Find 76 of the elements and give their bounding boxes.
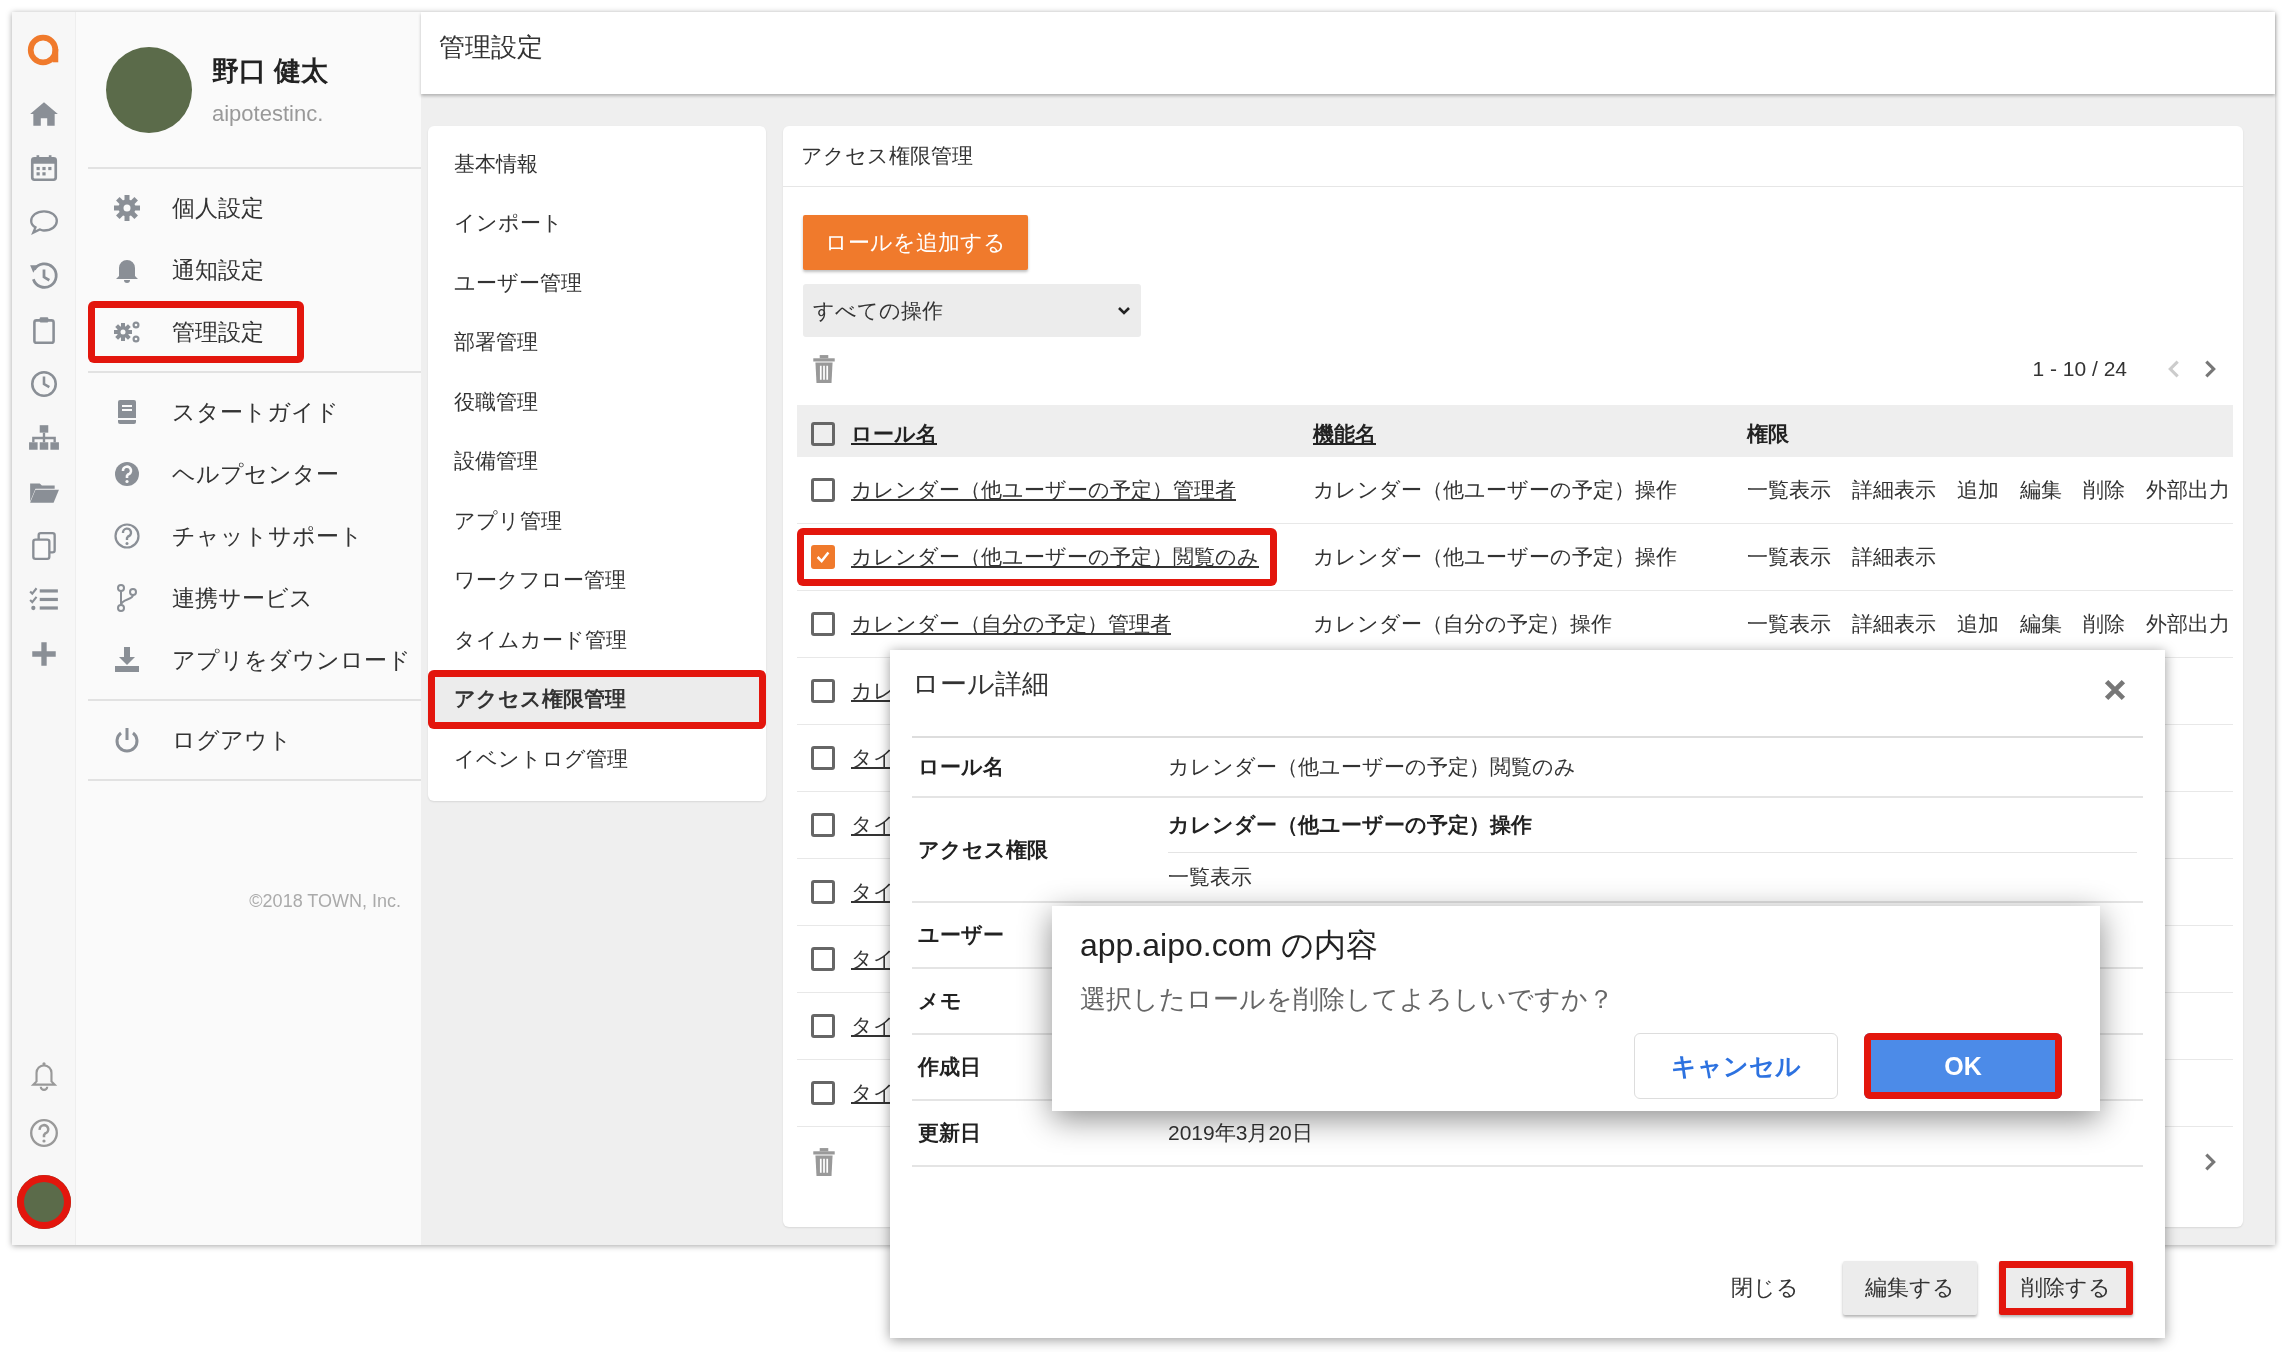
checkbox[interactable]	[811, 612, 835, 636]
field-label: メモ	[918, 988, 962, 1014]
checkbox[interactable]	[811, 422, 835, 446]
submenu-item[interactable]: 役職管理	[428, 372, 766, 432]
help-icon	[112, 521, 142, 551]
help-icon	[112, 459, 142, 489]
column-header[interactable]: 機能名	[1313, 422, 1376, 445]
field-label: アクセス権限	[918, 836, 1048, 863]
trash-icon[interactable]	[811, 354, 837, 384]
checkbox[interactable]	[811, 947, 835, 971]
copyright-text: ©2018 TOWN, Inc.	[248, 891, 402, 912]
field-value: カレンダー（他ユーザーの予定）閲覧のみ	[1168, 754, 1577, 780]
sidebar-menu-item[interactable]: ヘルプセンター	[88, 443, 379, 505]
company-name: aipotestinc.	[212, 100, 325, 127]
column-header: 権限	[1747, 422, 1789, 445]
submenu-item[interactable]: イベントログ管理	[428, 729, 766, 789]
sidebar-menu-item[interactable]: 連携サービス	[88, 567, 353, 629]
dialog-message: 選択したロールを削除してよろしいですか？	[1080, 983, 1615, 1016]
submenu-item[interactable]: インポート	[428, 193, 766, 253]
field-label: 作成日	[918, 1054, 981, 1080]
role-link[interactable]: カレンダー（他ユーザーの予定）管理者	[851, 476, 1236, 504]
sidebar-menu-item[interactable]: ログアウト	[88, 709, 332, 771]
page-title: 管理設定	[439, 31, 543, 64]
table-cell: 一覧表示 詳細表示 追加 編集 削除 外部出力	[1747, 612, 2230, 635]
table-cell: カレンダー（自分の予定）操作	[1313, 612, 1612, 635]
column-header[interactable]: ロール名	[851, 420, 937, 448]
sidebar-menu-item[interactable]: 個人設定	[88, 177, 304, 239]
checkbox[interactable]	[811, 746, 835, 770]
sidebar-menu-item[interactable]: 通知設定	[88, 239, 304, 301]
field-label: ユーザー	[918, 922, 1004, 948]
checkbox[interactable]	[811, 1014, 835, 1038]
download-icon	[112, 645, 142, 675]
chevron-down-icon	[1117, 305, 1131, 316]
submenu-item[interactable]: ワークフロー管理	[428, 550, 766, 610]
submenu-item[interactable]: ユーザー管理	[428, 253, 766, 313]
checkbox[interactable]	[811, 545, 835, 569]
table-cell: 一覧表示 詳細表示 追加 編集 削除 外部出力	[1747, 478, 2230, 501]
checkbox[interactable]	[811, 1081, 835, 1105]
field-label: 更新日	[918, 1120, 981, 1146]
function-name: カレンダー（他ユーザーの予定）操作	[1168, 812, 1532, 838]
submenu-item[interactable]: 基本情報	[428, 134, 766, 194]
role-link[interactable]: カレンダー（自分の予定）管理者	[851, 610, 1171, 638]
table-cell: カレンダー（他ユーザーの予定）操作	[1313, 478, 1677, 501]
submenu-item[interactable]: 設備管理	[428, 431, 766, 491]
dialog-title: app.aipo.com の内容	[1080, 926, 1379, 965]
permission-list: 一覧表示	[1168, 863, 1252, 891]
submenu-item[interactable]: アクセス権限管理	[428, 669, 766, 729]
sidebar-menu-item[interactable]: スタートガイド	[88, 381, 379, 443]
help-icon[interactable]	[27, 1117, 60, 1149]
panel-title: アクセス権限管理	[801, 143, 973, 169]
close-button[interactable]: 閉じる	[1709, 1261, 1821, 1315]
trash-icon[interactable]	[811, 1147, 837, 1177]
checkbox[interactable]	[811, 679, 835, 703]
user-name: 野口 健太	[212, 54, 328, 88]
gear-icon	[112, 193, 142, 223]
sidebar-menu-item[interactable]: チャットサポート	[88, 505, 403, 567]
pagination-range: 1 - 10 / 24	[2032, 357, 2127, 381]
avatar-placeholder[interactable]	[16, 1175, 71, 1229]
modal-title: ロール詳細	[912, 668, 1049, 701]
submenu-item[interactable]: アプリ管理	[428, 491, 766, 551]
action-button[interactable]: 編集する	[1843, 1261, 1977, 1315]
cancel-button[interactable]: キャンセル	[1634, 1033, 1838, 1099]
checkbox[interactable]	[811, 880, 835, 904]
field-label: ロール名	[918, 754, 1004, 780]
field-value: 2019年3月20日	[1168, 1120, 1314, 1146]
close-icon[interactable]	[2103, 678, 2127, 702]
checkbox[interactable]	[811, 478, 835, 502]
submenu-item[interactable]: 部署管理	[428, 312, 766, 372]
sidebar-menu-item[interactable]: 管理設定	[88, 301, 304, 363]
checkbox[interactable]	[811, 813, 835, 837]
table-cell: カレンダー（他ユーザーの予定）操作	[1313, 545, 1677, 568]
operation-select[interactable]: すべての操作	[803, 284, 1141, 337]
role-link[interactable]: カレンダー（他ユーザーの予定）閲覧のみ	[851, 543, 1259, 571]
history-icon[interactable]	[27, 260, 60, 292]
table-cell: 一覧表示 詳細表示	[1747, 545, 1936, 568]
action-button[interactable]: 削除する	[1999, 1261, 2133, 1315]
